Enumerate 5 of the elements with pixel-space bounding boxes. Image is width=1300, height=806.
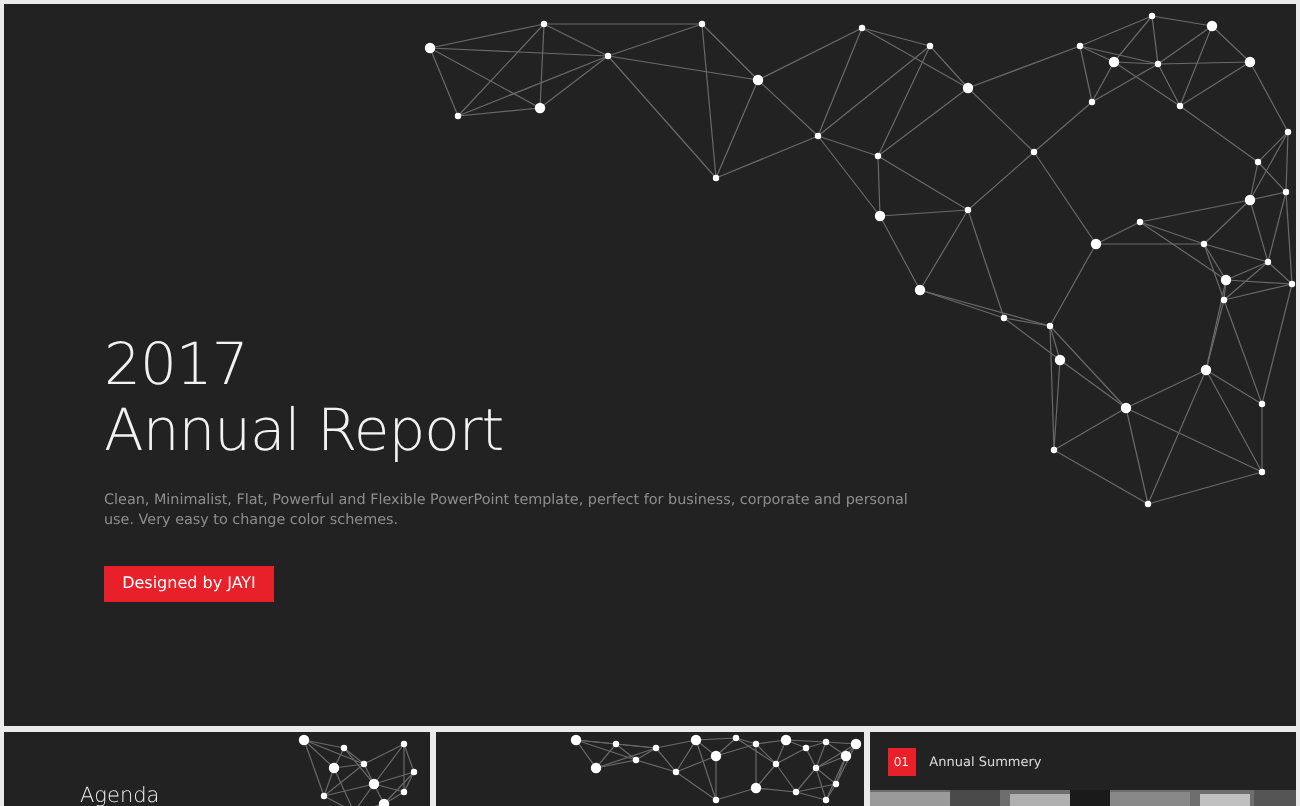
- year-heading: 2017: [104, 332, 248, 399]
- designer-button[interactable]: Designed by JAYI: [104, 565, 274, 602]
- agenda-title: Agenda: [80, 784, 160, 806]
- title-heading: Annual Report: [104, 398, 504, 466]
- network-drawing: [298, 734, 418, 806]
